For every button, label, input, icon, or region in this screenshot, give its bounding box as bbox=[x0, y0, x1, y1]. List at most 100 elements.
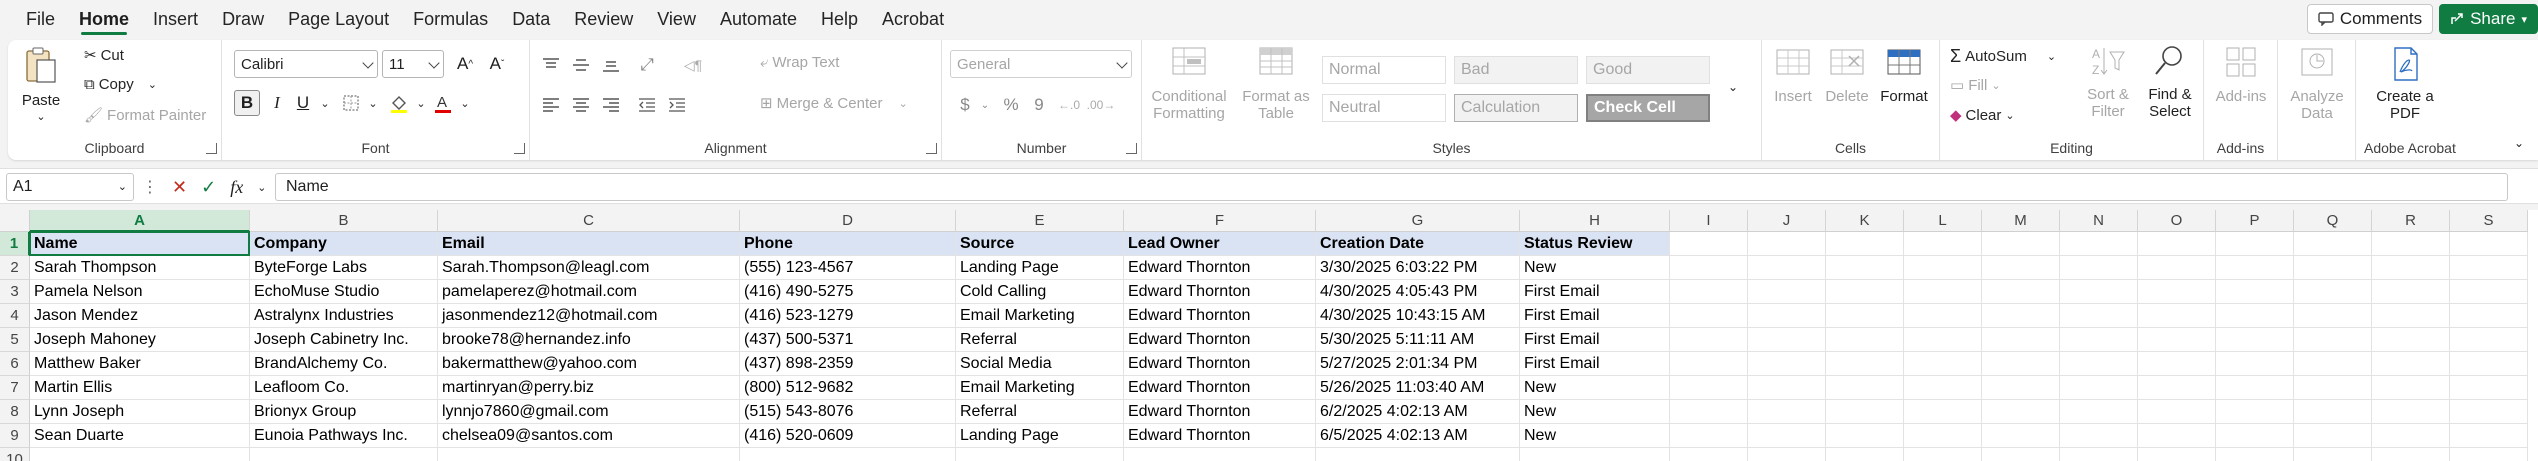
cell[interactable]: Edward Thornton bbox=[1124, 424, 1316, 448]
cell[interactable] bbox=[1670, 352, 1748, 376]
cell[interactable]: Pamela Nelson bbox=[30, 280, 250, 304]
cell[interactable] bbox=[2138, 424, 2216, 448]
column-header-K[interactable]: K bbox=[1826, 210, 1904, 232]
cell[interactable] bbox=[2372, 280, 2450, 304]
column-header-D[interactable]: D bbox=[740, 210, 956, 232]
formula-input[interactable]: Name bbox=[275, 173, 2508, 201]
cell[interactable]: chelsea09@santos.com bbox=[438, 424, 740, 448]
cell[interactable] bbox=[438, 448, 740, 461]
cell[interactable] bbox=[2372, 376, 2450, 400]
cell[interactable] bbox=[1904, 304, 1982, 328]
column-header-H[interactable]: H bbox=[1520, 210, 1670, 232]
cell[interactable]: (416) 520-0609 bbox=[740, 424, 956, 448]
cell[interactable] bbox=[1826, 448, 1904, 461]
cell[interactable] bbox=[2372, 424, 2450, 448]
cell[interactable] bbox=[1982, 352, 2060, 376]
cell[interactable] bbox=[1982, 376, 2060, 400]
row-header-1[interactable]: 1 bbox=[0, 232, 30, 256]
cell[interactable] bbox=[2060, 304, 2138, 328]
cell[interactable] bbox=[1670, 256, 1748, 280]
align-center-icon[interactable] bbox=[568, 92, 594, 118]
cell[interactable] bbox=[2294, 424, 2372, 448]
cell[interactable] bbox=[2138, 232, 2216, 256]
column-header-L[interactable]: L bbox=[1904, 210, 1982, 232]
style-normal[interactable]: Normal bbox=[1322, 56, 1446, 84]
cell[interactable] bbox=[1520, 448, 1670, 461]
cell[interactable] bbox=[2450, 352, 2528, 376]
increase-font-icon[interactable]: A ^ bbox=[452, 51, 478, 77]
cell[interactable] bbox=[2450, 304, 2528, 328]
header-cell[interactable]: Source bbox=[956, 232, 1124, 256]
cell[interactable] bbox=[2450, 400, 2528, 424]
cell[interactable] bbox=[2060, 448, 2138, 461]
cell[interactable] bbox=[2060, 376, 2138, 400]
cell[interactable] bbox=[1904, 256, 1982, 280]
cell[interactable]: (555) 123-4567 bbox=[740, 256, 956, 280]
bold-button[interactable]: B bbox=[234, 90, 260, 116]
cell[interactable] bbox=[2294, 256, 2372, 280]
addins-button[interactable]: Add-ins bbox=[2214, 46, 2268, 105]
cell[interactable] bbox=[2216, 424, 2294, 448]
row-header-8[interactable]: 8 bbox=[0, 400, 30, 424]
cell[interactable] bbox=[30, 448, 250, 461]
row-header-7[interactable]: 7 bbox=[0, 376, 30, 400]
format-as-table-button[interactable]: Format as Table bbox=[1240, 46, 1312, 122]
cell[interactable] bbox=[2216, 232, 2294, 256]
fill-button[interactable]: ▭ Fill ⌄ bbox=[1950, 76, 2001, 95]
column-header-C[interactable]: C bbox=[438, 210, 740, 232]
cell[interactable] bbox=[1904, 400, 1982, 424]
cell[interactable] bbox=[1982, 256, 2060, 280]
tab-home[interactable]: Home bbox=[67, 0, 141, 38]
cell[interactable] bbox=[2372, 304, 2450, 328]
cell[interactable] bbox=[1982, 424, 2060, 448]
column-header-Q[interactable]: Q bbox=[2294, 210, 2372, 232]
clear-button[interactable]: ◆ Clear ⌄ bbox=[1950, 106, 2015, 125]
cell[interactable]: Martin Ellis bbox=[30, 376, 250, 400]
cell[interactable] bbox=[1748, 304, 1826, 328]
percent-button[interactable]: % bbox=[998, 92, 1024, 118]
cell[interactable]: Edward Thornton bbox=[1124, 352, 1316, 376]
column-header-R[interactable]: R bbox=[2372, 210, 2450, 232]
tab-formulas[interactable]: Formulas bbox=[401, 0, 500, 38]
cell[interactable] bbox=[1826, 280, 1904, 304]
cell[interactable]: 5/30/2025 5:11:11 AM bbox=[1316, 328, 1520, 352]
tab-data[interactable]: Data bbox=[500, 0, 562, 38]
cell[interactable] bbox=[2294, 448, 2372, 461]
cell[interactable] bbox=[1904, 424, 1982, 448]
cell[interactable]: (515) 543-8076 bbox=[740, 400, 956, 424]
chevron-down-icon[interactable]: ⌄ bbox=[972, 92, 998, 118]
cell[interactable] bbox=[1904, 448, 1982, 461]
cell[interactable]: First Email bbox=[1520, 352, 1670, 376]
style-neutral[interactable]: Neutral bbox=[1322, 94, 1446, 122]
cell[interactable] bbox=[1826, 328, 1904, 352]
cell[interactable] bbox=[2216, 352, 2294, 376]
font-size-select[interactable]: 11 bbox=[382, 50, 444, 78]
cell[interactable] bbox=[2138, 376, 2216, 400]
style-check-cell[interactable]: Check Cell bbox=[1586, 94, 1710, 122]
font-launcher-icon[interactable] bbox=[514, 143, 525, 154]
number-launcher-icon[interactable] bbox=[1126, 143, 1137, 154]
decrease-decimal-icon[interactable]: .00→ bbox=[1087, 92, 1116, 118]
cell[interactable]: ByteForge Labs bbox=[250, 256, 438, 280]
cell[interactable] bbox=[1904, 328, 1982, 352]
cell[interactable] bbox=[1748, 256, 1826, 280]
cut-button[interactable]: ✂ Cut bbox=[84, 46, 124, 65]
cell[interactable] bbox=[2138, 304, 2216, 328]
align-left-icon[interactable] bbox=[538, 92, 564, 118]
cell[interactable]: (437) 500-5371 bbox=[740, 328, 956, 352]
insert-cells-button[interactable]: Insert bbox=[1768, 46, 1818, 105]
cell[interactable]: lynnjo7860@gmail.com bbox=[438, 400, 740, 424]
tab-view[interactable]: View bbox=[645, 0, 708, 38]
chevron-down-icon[interactable]: ⌄ bbox=[312, 90, 338, 116]
cell[interactable]: BrandAlchemy Co. bbox=[250, 352, 438, 376]
cell[interactable] bbox=[2294, 328, 2372, 352]
header-cell[interactable]: Creation Date bbox=[1316, 232, 1520, 256]
cell[interactable]: Email Marketing bbox=[956, 376, 1124, 400]
cell[interactable] bbox=[2216, 328, 2294, 352]
cell[interactable]: Joseph Cabinetry Inc. bbox=[250, 328, 438, 352]
cell[interactable] bbox=[2294, 376, 2372, 400]
cell[interactable]: Brionyx Group bbox=[250, 400, 438, 424]
header-cell[interactable]: Phone bbox=[740, 232, 956, 256]
cell[interactable] bbox=[2138, 400, 2216, 424]
cell[interactable]: Leafloom Co. bbox=[250, 376, 438, 400]
